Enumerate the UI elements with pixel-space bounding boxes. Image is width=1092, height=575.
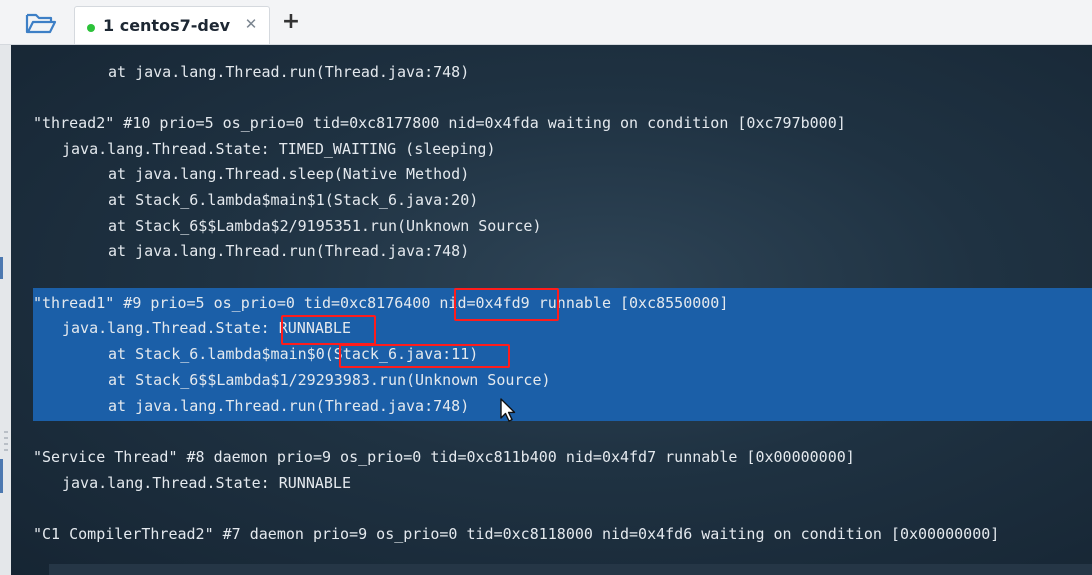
terminal-line: at Stack_6$$Lambda$2/9195351.run(Unknown… bbox=[108, 217, 542, 235]
side-tick bbox=[4, 437, 8, 439]
terminal-line: at java.lang.Thread.sleep(Native Method) bbox=[108, 165, 470, 183]
folder-open-icon[interactable] bbox=[20, 8, 62, 38]
terminal-line: at Stack_6$$Lambda$1/29293983.run(Unknow… bbox=[108, 371, 551, 389]
tab-centos7-dev[interactable]: 1 centos7-dev ✕ bbox=[74, 6, 270, 44]
side-marker bbox=[0, 459, 3, 493]
highlight-box-nid bbox=[454, 288, 559, 321]
side-tick bbox=[4, 443, 8, 445]
terminal-output[interactable]: at java.lang.Thread.run(Thread.java:748)… bbox=[11, 45, 1092, 575]
mouse-pointer-icon bbox=[499, 398, 519, 424]
terminal-line: "thread1" #9 prio=5 os_prio=0 tid=0xc817… bbox=[33, 294, 729, 312]
terminal-line: java.lang.Thread.State: RUNNABLE bbox=[62, 474, 351, 492]
tab-bar: 1 centos7-dev ✕ + bbox=[0, 0, 1092, 45]
terminal-line: at java.lang.Thread.run(Thread.java:748) bbox=[108, 397, 470, 415]
terminal-line: "C1 CompilerThread2" #7 daemon prio=9 os… bbox=[33, 525, 1000, 543]
side-tick bbox=[4, 431, 8, 433]
connection-status-dot bbox=[87, 24, 95, 32]
terminal-bottom-bar bbox=[49, 564, 1092, 575]
terminal-line: at Stack_6.lambda$main$1(Stack_6.java:20… bbox=[108, 191, 479, 209]
terminal-line: java.lang.Thread.State: TIMED_WAITING (s… bbox=[62, 140, 496, 158]
close-icon[interactable]: ✕ bbox=[243, 16, 259, 32]
tab-label: 1 centos7-dev bbox=[103, 16, 231, 35]
side-tick bbox=[4, 449, 8, 451]
terminal-line: "thread2" #10 prio=5 os_prio=0 tid=0xc81… bbox=[33, 114, 846, 132]
left-side-strip bbox=[0, 45, 11, 575]
terminal-line: "Service Thread" #8 daemon prio=9 os_pri… bbox=[33, 448, 855, 466]
plus-icon[interactable]: + bbox=[280, 11, 302, 33]
terminal-line: at java.lang.Thread.run(Thread.java:748) bbox=[108, 242, 470, 260]
terminal-line: at java.lang.Thread.run(Thread.java:748) bbox=[108, 63, 470, 81]
side-marker bbox=[0, 257, 3, 279]
highlight-box-state bbox=[281, 315, 376, 345]
highlight-box-source-line bbox=[339, 344, 510, 368]
